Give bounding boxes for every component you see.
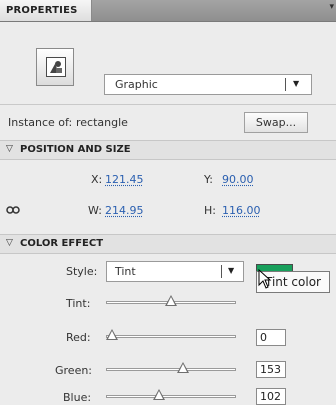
h-label: H: <box>204 204 216 217</box>
panel-menu-icon[interactable]: ▾ <box>329 2 334 12</box>
dropdown-separator <box>221 265 222 278</box>
section-title: COLOR EFFECT <box>20 238 104 249</box>
green-slider[interactable] <box>106 362 236 376</box>
slider-track <box>106 335 236 338</box>
tint-slider[interactable] <box>106 295 236 309</box>
y-label: Y: <box>204 173 213 186</box>
position-and-size-header[interactable]: ▽ POSITION AND SIZE <box>0 140 336 160</box>
dropdown-separator <box>285 78 286 91</box>
instance-of-label: Instance of: <box>8 116 73 129</box>
divider <box>0 104 336 105</box>
properties-panel: PROPERTIES ▾ Graphic ▼ Instance of: rect… <box>0 0 336 405</box>
tint-label: Tint: <box>66 297 91 310</box>
style-dropdown[interactable]: Tint ▼ <box>106 261 244 282</box>
symbol-shape <box>46 57 66 77</box>
blue-value-input[interactable]: 102 <box>256 388 286 405</box>
chain-link-icon[interactable] <box>6 205 20 218</box>
instance-name: rectangle <box>76 116 128 129</box>
slider-thumb[interactable] <box>176 362 189 373</box>
collapse-triangle-icon[interactable]: ▽ <box>6 238 13 248</box>
color-effect-header[interactable]: ▽ COLOR EFFECT <box>0 234 336 254</box>
slider-track <box>106 368 236 371</box>
style-value: Tint <box>115 265 136 278</box>
x-label: X: <box>91 173 103 186</box>
slider-track <box>106 395 236 398</box>
slider-thumb[interactable] <box>165 295 177 306</box>
x-value[interactable]: 121.45 <box>105 173 144 186</box>
red-slider[interactable] <box>106 329 236 343</box>
symbol-type-value: Graphic <box>115 78 158 91</box>
blue-slider[interactable] <box>106 389 236 403</box>
red-label: Red: <box>66 331 91 344</box>
tab-properties[interactable]: PROPERTIES <box>0 0 92 21</box>
style-label: Style: <box>66 265 98 278</box>
blue-label: Blue: <box>63 391 92 404</box>
y-value[interactable]: 90.00 <box>222 173 254 186</box>
section-title: POSITION AND SIZE <box>20 144 131 155</box>
mouse-pointer-icon <box>258 268 272 292</box>
green-value-input[interactable]: 153 <box>256 361 286 378</box>
slider-thumb[interactable] <box>153 389 166 400</box>
swap-button[interactable]: Swap... <box>244 112 308 133</box>
green-label: Green: <box>55 364 93 377</box>
symbol-type-dropdown[interactable]: Graphic ▼ <box>104 74 312 95</box>
graphic-symbol-icon <box>36 48 74 86</box>
red-value-input[interactable]: 0 <box>256 329 286 346</box>
chevron-down-icon: ▼ <box>228 266 235 275</box>
collapse-triangle-icon[interactable]: ▽ <box>6 144 13 154</box>
panel-tab-bar: PROPERTIES ▾ <box>0 0 336 22</box>
chevron-down-icon: ▼ <box>293 79 300 88</box>
w-label: W: <box>88 204 102 217</box>
w-value[interactable]: 214.95 <box>105 204 144 217</box>
h-value[interactable]: 116.00 <box>222 204 261 217</box>
slider-thumb[interactable] <box>106 329 118 340</box>
